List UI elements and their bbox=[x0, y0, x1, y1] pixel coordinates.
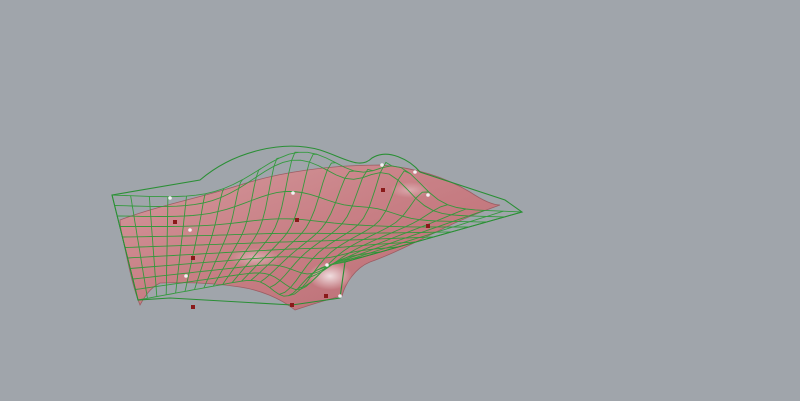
vertex-point[interactable] bbox=[188, 228, 192, 232]
vertex-point[interactable] bbox=[338, 294, 342, 298]
control-point[interactable] bbox=[191, 256, 195, 260]
control-point[interactable] bbox=[173, 220, 177, 224]
control-point[interactable] bbox=[324, 294, 328, 298]
control-point[interactable] bbox=[295, 218, 299, 222]
vertex-point[interactable] bbox=[380, 163, 384, 167]
vertex-point[interactable] bbox=[184, 274, 188, 278]
vertex-point[interactable] bbox=[325, 263, 329, 267]
control-point[interactable] bbox=[381, 188, 385, 192]
control-point[interactable] bbox=[191, 305, 195, 309]
control-point[interactable] bbox=[290, 303, 294, 307]
vertex-point[interactable] bbox=[426, 193, 430, 197]
3d-viewport[interactable] bbox=[0, 0, 800, 401]
vertex-point[interactable] bbox=[291, 191, 295, 195]
vertex-point[interactable] bbox=[168, 196, 172, 200]
scene-canvas[interactable] bbox=[0, 0, 800, 401]
control-point[interactable] bbox=[426, 224, 430, 228]
vertex-point[interactable] bbox=[413, 170, 417, 174]
shaded-surface[interactable] bbox=[119, 164, 501, 311]
